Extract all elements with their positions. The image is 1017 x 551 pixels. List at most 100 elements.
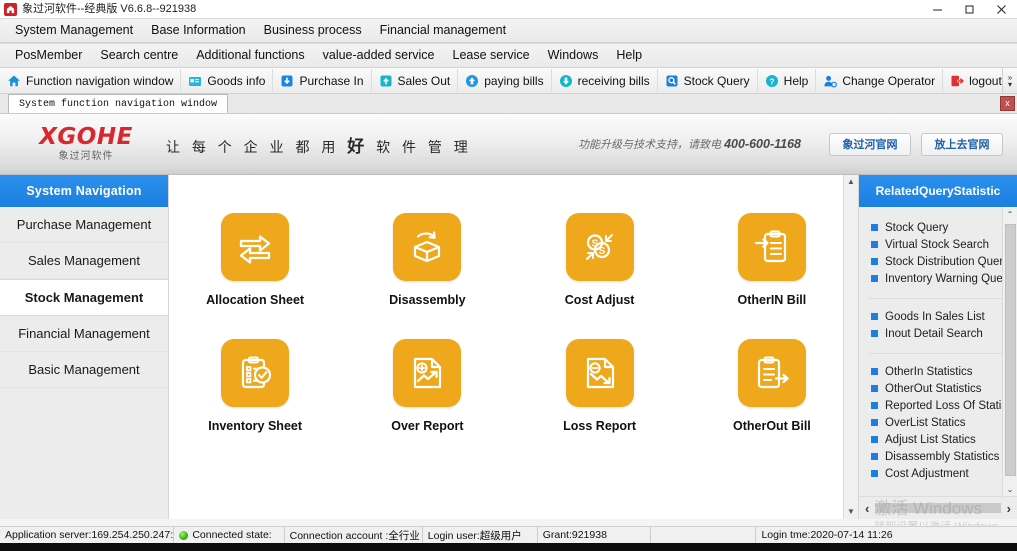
pager-prev-button[interactable]: ‹ (865, 502, 869, 515)
status-grant: Grant:921938 (538, 527, 651, 543)
menu-bar-row-1: System Management Base Information Busin… (0, 18, 1017, 43)
menu-financial-management[interactable]: Financial management (371, 24, 515, 37)
module-otherin-bill[interactable]: OtherIN Bill (697, 213, 847, 307)
application-window: 象过河软件--经典版 V6.6.8--921938 System Managem… (0, 0, 1017, 551)
slogan-suffix: 软 件 管 理 (368, 138, 472, 155)
toolbar-sales-out[interactable]: Sales Out (372, 69, 459, 92)
menu-lease-service[interactable]: Lease service (444, 49, 539, 62)
link-reported-loss-of-statistics[interactable]: Reported Loss Of Statistics (859, 397, 1017, 414)
link-cost-adjustment[interactable]: Cost Adjustment (859, 465, 1017, 482)
bullet-icon (871, 258, 878, 265)
sidebar-item-label: Stock Management (24, 290, 144, 305)
status-text: Application server:169.254.250.247:80 (5, 529, 175, 541)
toolbar-label: Sales Out (397, 73, 451, 88)
module-disassembly[interactable]: Disassembly (352, 213, 502, 307)
link-goods-in-sales-list[interactable]: Goods In Sales List (859, 308, 1017, 325)
module-loss-report[interactable]: Loss Report (525, 339, 675, 433)
link-stock-distribution-query[interactable]: Stock Distribution Query (859, 253, 1017, 270)
toolbar-paying-bills[interactable]: paying bills (458, 69, 552, 92)
related-query-header: RelatedQueryStatistic (859, 175, 1017, 207)
official-site-button[interactable]: 象过河官网 (829, 132, 911, 156)
module-label: OtherOut Bill (732, 419, 811, 433)
goto-site-button[interactable]: 放上去官网 (921, 132, 1003, 156)
group-divider (869, 353, 1007, 354)
help-icon: ? (765, 74, 779, 88)
bullet-icon (871, 453, 878, 460)
menu-value-added-service[interactable]: value-added service (314, 49, 444, 62)
link-label: Disassembly Statistics (885, 450, 1000, 463)
toolbar-label: Change Operator (842, 73, 936, 88)
toolbar-receiving-bills[interactable]: receiving bills (552, 69, 658, 92)
scroll-thumb[interactable] (1004, 224, 1016, 476)
sidebar-item-stock-management[interactable]: Stock Management (0, 279, 168, 316)
toolbar-label: Function navigation window (26, 73, 174, 88)
scroll-down-arrow[interactable]: ▼ (844, 505, 858, 519)
scroll-up-arrow[interactable]: ⌃ (1003, 207, 1017, 222)
toolbar-purchase-in[interactable]: Purchase In (273, 69, 372, 92)
link-otherout-statistics[interactable]: OtherOut Statistics (859, 380, 1017, 397)
brand-logo-text: XGOHE (39, 124, 133, 150)
menu-additional-functions[interactable]: Additional functions (187, 49, 313, 62)
sidebar-item-basic-management[interactable]: Basic Management (0, 352, 168, 388)
close-button[interactable] (985, 0, 1017, 18)
window-controls (921, 0, 1017, 18)
scroll-down-arrow[interactable]: ⌄ (1003, 482, 1017, 497)
clipboard-check-icon (221, 339, 290, 407)
link-label: Adjust List Statics (885, 433, 976, 446)
module-allocation-sheet[interactable]: Allocation Sheet (180, 213, 330, 307)
pager-next-button[interactable]: › (1007, 502, 1011, 515)
support-phone: 400-600-1168 (724, 137, 801, 151)
link-adjust-list-statics[interactable]: Adjust List Statics (859, 431, 1017, 448)
minimize-button[interactable] (921, 0, 953, 18)
status-login-time: Login tme:2020-07-14 11:26 (756, 527, 1017, 543)
sidebar-item-purchase-management[interactable]: Purchase Management (0, 207, 168, 243)
menu-help[interactable]: Help (607, 49, 651, 62)
menu-base-information[interactable]: Base Information (142, 24, 255, 37)
sidebar-item-financial-management[interactable]: Financial Management (0, 316, 168, 352)
maximize-button[interactable] (953, 0, 985, 18)
link-stock-query[interactable]: Stock Query (859, 219, 1017, 236)
scroll-up-arrow[interactable]: ▲ (844, 175, 858, 189)
status-login-user: Login user:超级用户 (423, 527, 538, 543)
toolbar-change-operator[interactable]: Change Operator (816, 69, 944, 92)
toolbar-function-navigation-window[interactable]: Function navigation window (0, 69, 182, 92)
menu-business-process[interactable]: Business process (255, 24, 371, 37)
menu-search-centre[interactable]: Search centre (91, 49, 187, 62)
link-otherin-statistics[interactable]: OtherIn Statistics (859, 363, 1017, 380)
toolbar-stock-query[interactable]: Stock Query (658, 69, 758, 92)
menu-posmember[interactable]: PosMember (6, 49, 91, 62)
related-query-group-1: Stock Query Virtual Stock Search Stock D… (859, 219, 1017, 293)
link-virtual-stock-search[interactable]: Virtual Stock Search (859, 236, 1017, 253)
coins-arrows-icon: S S (565, 213, 634, 281)
related-query-scrollbar[interactable]: ⌃ ⌄ (1002, 207, 1017, 497)
sidebar-item-label: Basic Management (28, 362, 140, 377)
link-inout-detail-search[interactable]: Inout Detail Search (859, 325, 1017, 342)
module-inventory-sheet[interactable]: Inventory Sheet (180, 339, 330, 433)
menu-windows[interactable]: Windows (539, 49, 608, 62)
tab-system-function-navigation-window[interactable]: System function navigation window (8, 94, 229, 113)
tab-close-button[interactable]: x (1000, 96, 1015, 111)
main-vertical-scrollbar[interactable]: ▲ ▼ (843, 175, 858, 519)
link-inventory-warning-query[interactable]: Inventory Warning Query (859, 270, 1017, 287)
toolbar-overflow-button[interactable]: » ▾ (1002, 68, 1017, 93)
link-label: Inout Detail Search (885, 327, 983, 340)
menu-system-management[interactable]: System Management (6, 24, 142, 37)
link-overlist-statics[interactable]: OverList Statics (859, 414, 1017, 431)
panel-pager: ‹ › (859, 496, 1017, 519)
module-label: Allocation Sheet (206, 293, 305, 307)
pager-track[interactable] (875, 503, 1001, 513)
module-cost-adjust[interactable]: S S Cost Adjust (525, 213, 675, 307)
sidebar-item-sales-management[interactable]: Sales Management (0, 243, 168, 279)
module-over-report[interactable]: Over Report (352, 339, 502, 433)
link-disassembly-statistics[interactable]: Disassembly Statistics (859, 448, 1017, 465)
toolbar-goods-info[interactable]: Goods info (181, 69, 274, 92)
support-label: 功能升级与技术支持，请致电 (578, 139, 725, 151)
link-label: Stock Query (885, 221, 949, 234)
slogan-strong: 好 (347, 136, 369, 156)
brand-slogan: 让 每 个 企 业 都 用 好 软 件 管 理 (166, 132, 472, 157)
chevron-down-icon: ▾ (1007, 79, 1012, 89)
scroll-track[interactable] (844, 189, 858, 505)
toolbar-help[interactable]: ? Help (758, 69, 817, 92)
module-otherout-bill[interactable]: OtherOut Bill (697, 339, 847, 433)
module-label: Disassembly (389, 293, 466, 307)
